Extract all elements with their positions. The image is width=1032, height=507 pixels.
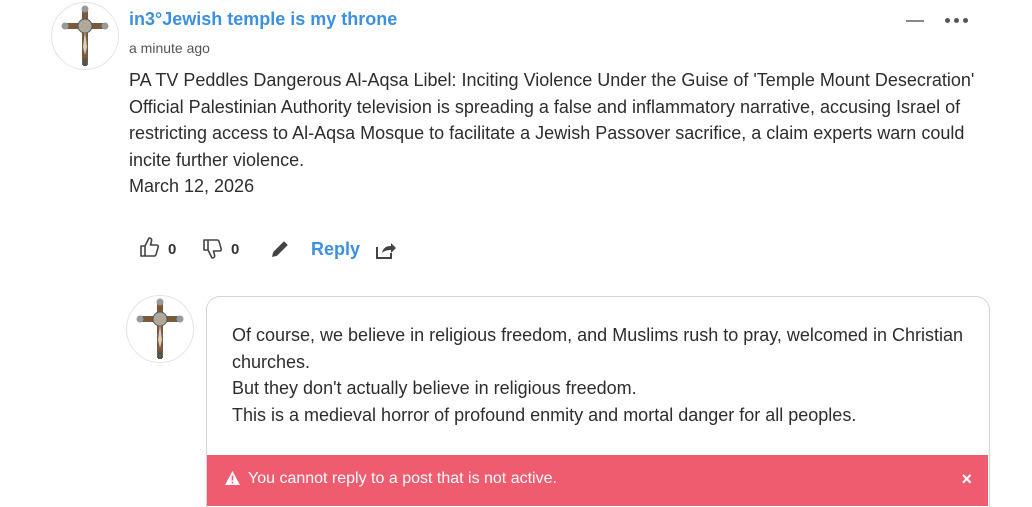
- error-alert: You cannot reply to a post that is not a…: [207, 455, 988, 506]
- post-username[interactable]: in3°Jewish temple is my throne: [129, 9, 397, 30]
- like-count: 0: [168, 241, 177, 258]
- post-timestamp: a minute ago: [129, 40, 210, 56]
- more-options-icon[interactable]: [941, 10, 971, 30]
- reply-line: This is a medieval horror of profound en…: [232, 404, 857, 425]
- post-title: PA TV Peddles Dangerous Al-Aqsa Libel: I…: [129, 70, 975, 90]
- alert-message: You cannot reply to a post that is not a…: [248, 470, 557, 487]
- reply-line: Of course, we believe in religious freed…: [232, 325, 963, 372]
- post-text: Official Palestinian Authority televisio…: [129, 96, 965, 170]
- reply-line: But they don't actually believe in relig…: [232, 378, 637, 398]
- avatar[interactable]: [51, 2, 119, 70]
- crucifix-avatar-icon: [136, 298, 184, 359]
- close-icon[interactable]: ×: [961, 469, 972, 490]
- post-date: March 12, 2026: [129, 176, 255, 196]
- reply-body[interactable]: Of course, we believe in religious freed…: [232, 322, 972, 428]
- dislike-count: 0: [231, 241, 240, 258]
- thumbs-down-icon[interactable]: [201, 238, 223, 265]
- share-icon[interactable]: [374, 239, 396, 266]
- post-body: PA TV Peddles Dangerous Al-Aqsa Libel: I…: [129, 67, 989, 200]
- reply-button[interactable]: Reply: [311, 239, 360, 260]
- warning-icon: [224, 470, 241, 491]
- edit-pencil-icon[interactable]: [269, 238, 291, 265]
- reply-avatar[interactable]: [126, 295, 194, 363]
- post-actions: 0 0 Reply: [138, 236, 418, 264]
- crucifix-avatar-icon: [61, 5, 109, 66]
- minimize-icon[interactable]: [906, 12, 924, 30]
- thumbs-up-icon[interactable]: [138, 236, 160, 263]
